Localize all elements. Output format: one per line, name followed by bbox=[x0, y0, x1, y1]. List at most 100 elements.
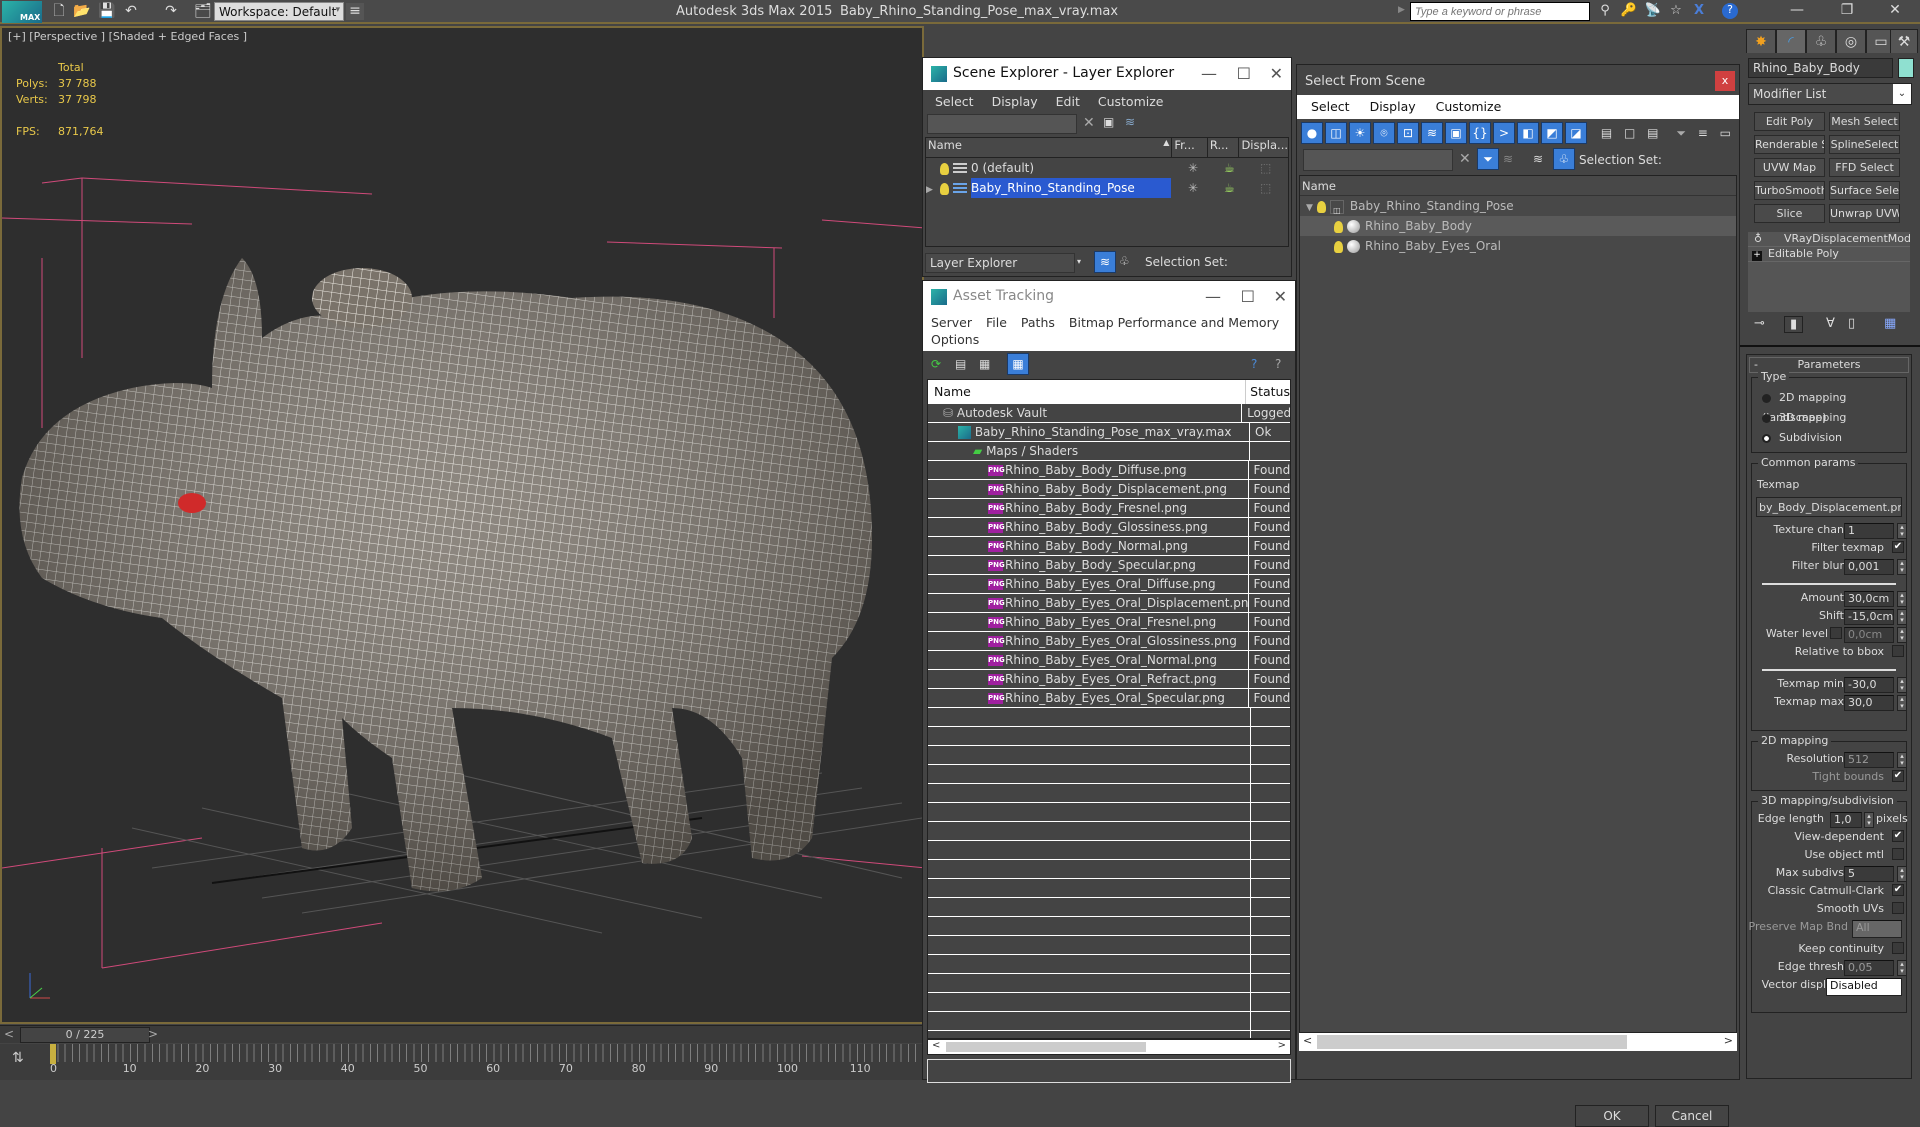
display-box-icon[interactable]: ⬚ bbox=[1260, 178, 1271, 198]
prev-frame-button[interactable]: < bbox=[4, 1027, 14, 1041]
rhino-mesh[interactable] bbox=[12, 238, 912, 898]
close-button[interactable]: ✕ bbox=[1880, 2, 1910, 22]
radio-button[interactable] bbox=[1762, 413, 1771, 423]
ok-button[interactable]: OK bbox=[1575, 1105, 1649, 1127]
horizontal-scrollbar[interactable]: < > bbox=[1299, 1033, 1737, 1051]
menu-options[interactable]: Options bbox=[931, 332, 979, 347]
minimize-button[interactable]: — bbox=[1205, 287, 1221, 306]
workspace-dropdown[interactable]: Workspace: Default ▾ bbox=[214, 2, 344, 21]
classic-cc-checkbox[interactable]: ✔ bbox=[1892, 884, 1904, 896]
asset-row[interactable]: PNGRhino_Baby_Body_Normal.png Found bbox=[928, 537, 1290, 556]
menu-select[interactable]: Select bbox=[935, 94, 974, 109]
filter-cameras-icon[interactable]: ⌾ bbox=[1373, 122, 1395, 144]
radio-button[interactable] bbox=[1762, 393, 1771, 403]
binoculars-icon[interactable]: ⚲ bbox=[1596, 3, 1614, 21]
columns-icon[interactable]: ▭ bbox=[1720, 126, 1731, 140]
modifier-button-ffd-select[interactable]: FFD Select bbox=[1829, 158, 1900, 177]
preserve-map-bnd-dropdown[interactable]: All bbox=[1852, 920, 1902, 938]
maximize-button[interactable]: ☐ bbox=[1237, 64, 1251, 83]
menu-select[interactable]: Select bbox=[1311, 99, 1350, 115]
utilities-tab-icon[interactable]: ⚒ bbox=[1890, 29, 1918, 53]
modifier-button-renderable-spline[interactable]: Renderable Spline bbox=[1754, 135, 1825, 154]
texmap-button[interactable]: by_Body_Displacement.png) bbox=[1756, 497, 1902, 517]
curve-editor-icon[interactable]: ⇅ bbox=[12, 1050, 24, 1066]
view-dependent-checkbox[interactable]: ✔ bbox=[1892, 830, 1904, 842]
asset-row[interactable]: PNGRhino_Baby_Eyes_Oral_Fresnel.png Found bbox=[928, 613, 1290, 632]
asset-row[interactable]: PNGRhino_Baby_Body_Displacement.png Found bbox=[928, 480, 1290, 499]
expand-icon[interactable]: + bbox=[1752, 251, 1762, 261]
minimize-button[interactable]: — bbox=[1782, 2, 1812, 22]
close-button[interactable]: ✕ bbox=[1274, 287, 1287, 306]
spinner[interactable]: ▴ ▾ bbox=[1864, 812, 1874, 828]
clear-search-icon[interactable]: ✕ bbox=[1083, 115, 1095, 131]
type-radio-option[interactable]: 2D mapping (landscape) bbox=[1762, 388, 1906, 424]
lightbulb-icon[interactable] bbox=[940, 182, 949, 195]
shift-input[interactable]: -15,0cm bbox=[1844, 609, 1894, 625]
spinner[interactable]: ▴ ▾ bbox=[1897, 523, 1907, 539]
modifier-button-unwrap-uvw[interactable]: Unwrap UVW bbox=[1829, 204, 1900, 223]
modifier-button-slice[interactable]: Slice bbox=[1754, 204, 1825, 223]
horizontal-scrollbar[interactable]: < > bbox=[927, 1039, 1291, 1055]
name-filter-input[interactable] bbox=[1303, 149, 1453, 171]
motion-tab-icon[interactable]: ◎ bbox=[1836, 29, 1866, 53]
modifier-button-uvw-map[interactable]: UVW Map bbox=[1754, 158, 1825, 177]
collapse-icon[interactable]: ▼ bbox=[1306, 203, 1313, 213]
asset-row[interactable]: PNGRhino_Baby_Body_Glossiness.png Found bbox=[928, 518, 1290, 537]
keep-continuity-checkbox[interactable] bbox=[1892, 942, 1904, 954]
select-invert-icon[interactable]: ▤ bbox=[1647, 126, 1658, 140]
stack-item-vray[interactable]: ♁ VRayDisplacementMod bbox=[1748, 232, 1911, 247]
asset-row[interactable]: ⛁ Autodesk Vault Logged bbox=[928, 404, 1290, 423]
chevron-down-icon[interactable]: ▾ bbox=[1077, 257, 1081, 266]
scrollbar-thumb[interactable] bbox=[946, 1042, 1146, 1052]
filter-bones-icon[interactable]: > bbox=[1493, 122, 1515, 144]
scene-object-row[interactable]: ▼ ◫ Baby_Rhino_Standing_Pose bbox=[1300, 196, 1736, 216]
perspective-viewport[interactable]: [+] [Perspective ] [Shaded + Edged Faces… bbox=[0, 26, 924, 1024]
filter-texmap-checkbox[interactable]: ✔ bbox=[1892, 541, 1904, 553]
asset-row[interactable]: PNGRhino_Baby_Eyes_Oral_Glossiness.png Fo… bbox=[928, 632, 1290, 651]
menu-edit[interactable]: Edit bbox=[1056, 94, 1080, 109]
filter-shapes-icon[interactable]: ◫ bbox=[1325, 122, 1347, 144]
water-level-input[interactable]: 0,0cm bbox=[1844, 627, 1894, 643]
scene-object-row[interactable]: Rhino_Baby_Body bbox=[1300, 216, 1736, 236]
column-header-freeze[interactable]: Fr... bbox=[1172, 138, 1208, 157]
filter-containers-icon[interactable]: ◧ bbox=[1517, 122, 1539, 144]
layers-filter-icon[interactable]: ≋ bbox=[1503, 152, 1513, 166]
search-input[interactable] bbox=[1410, 2, 1590, 21]
asset-row[interactable]: PNGRhino_Baby_Eyes_Oral_Refract.png Found bbox=[928, 670, 1290, 689]
filter-hidden-icon[interactable]: ◪ bbox=[1565, 122, 1587, 144]
asset-path-field[interactable] bbox=[927, 1059, 1291, 1083]
spinner[interactable]: ▴ ▾ bbox=[1897, 609, 1907, 625]
asset-row[interactable]: PNGRhino_Baby_Eyes_Oral_Normal.png Found bbox=[928, 651, 1290, 670]
amount-input[interactable]: 30,0cm bbox=[1844, 591, 1894, 607]
open-file-icon[interactable]: 📂 bbox=[73, 3, 91, 20]
max-subdivs-input[interactable]: 5 bbox=[1844, 866, 1894, 882]
asset-row[interactable]: ▰ Maps / Shaders bbox=[928, 442, 1290, 461]
save-icon[interactable]: 💾 bbox=[98, 3, 116, 20]
column-header-status[interactable]: Status bbox=[1246, 380, 1290, 404]
tight-bounds-checkbox[interactable]: ✔ bbox=[1892, 770, 1904, 782]
remove-modifier-icon[interactable]: ▯ bbox=[1848, 316, 1855, 331]
help-icon[interactable]: ? bbox=[1722, 3, 1738, 19]
explorer-mode-dropdown[interactable]: Layer Explorer bbox=[925, 253, 1075, 273]
column-header-display[interactable]: Displa... bbox=[1239, 138, 1288, 157]
smooth-uvs-checkbox[interactable] bbox=[1892, 902, 1904, 914]
time-slider[interactable]: < 0 / 225 > bbox=[0, 1025, 924, 1043]
texmap-max-input[interactable]: 30,0 bbox=[1844, 695, 1894, 711]
select-none-icon[interactable]: □ bbox=[1624, 126, 1635, 140]
scene-explorer-search[interactable] bbox=[927, 114, 1077, 134]
exchange-icon[interactable]: X bbox=[1690, 3, 1708, 21]
menu-display[interactable]: Display bbox=[992, 94, 1038, 109]
lightbulb-icon[interactable] bbox=[1334, 220, 1343, 233]
vector-displ-dropdown[interactable]: Disabled bbox=[1826, 978, 1902, 996]
key-icon[interactable]: 🔑 bbox=[1620, 3, 1638, 21]
layer-mode-icon[interactable]: ≋ bbox=[1533, 152, 1543, 166]
modifier-list-dropdown[interactable]: Modifier List ⌄ bbox=[1748, 83, 1912, 105]
spinner[interactable]: ▴ ▾ bbox=[1897, 752, 1907, 768]
refresh-icon[interactable]: ⟳ bbox=[931, 357, 941, 371]
edge-length-input[interactable]: 1,0 bbox=[1830, 812, 1862, 828]
spinner[interactable]: ▴ ▾ bbox=[1897, 866, 1907, 882]
layer-sort-icon[interactable]: ≋ bbox=[1094, 251, 1116, 273]
restore-button[interactable]: ❐ bbox=[1832, 2, 1862, 22]
list-view-icon[interactable]: ▤ bbox=[955, 357, 966, 371]
object-name-field[interactable]: Rhino_Baby_Body bbox=[1748, 58, 1893, 78]
